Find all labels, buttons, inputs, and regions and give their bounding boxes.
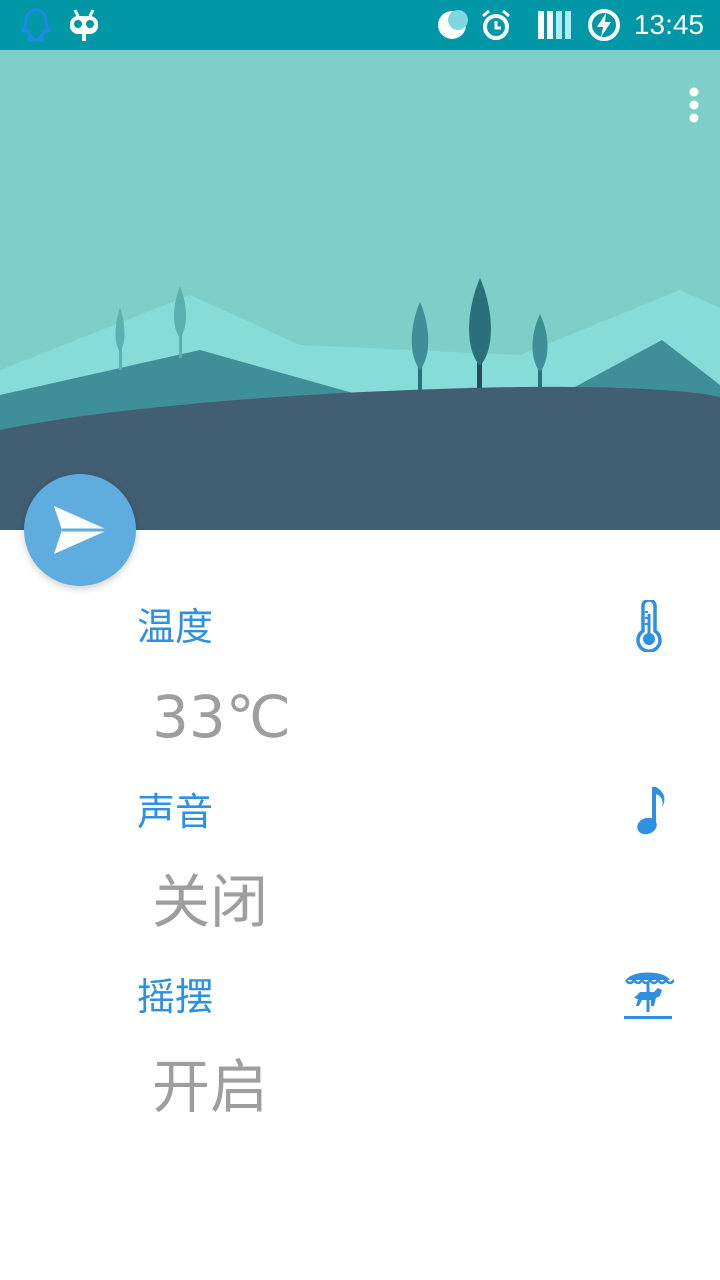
app-screen: 13:45 温度 33℃ 声音 关闭 摇摆 开启 (0, 0, 720, 1280)
more-vert-icon (689, 87, 699, 123)
signal-icon (538, 11, 571, 39)
temperature-label: 温度 (137, 605, 214, 649)
temperature-value: 33℃ (152, 683, 291, 751)
send-icon (54, 506, 108, 554)
sound-label: 声音 (137, 790, 214, 834)
battery-charging-icon (588, 9, 620, 41)
moon-icon (438, 10, 468, 39)
overflow-menu-button[interactable] (670, 86, 718, 134)
music-note-icon (637, 787, 665, 835)
thermometer-icon (636, 600, 662, 652)
qq-icon (21, 8, 51, 42)
hero-landscape (0, 50, 720, 530)
swing-label: 摇摆 (137, 975, 214, 1019)
send-fab-button[interactable] (24, 474, 136, 586)
alarm-icon (482, 9, 510, 40)
robot-icon (70, 9, 98, 41)
swing-value: 开启 (152, 1053, 269, 1121)
status-time: 13:45 (633, 9, 704, 40)
status-bar: 13:45 (0, 0, 720, 50)
landscape-illustration (0, 50, 720, 530)
carousel-icon (624, 972, 674, 1019)
sound-value: 关闭 (152, 868, 269, 936)
